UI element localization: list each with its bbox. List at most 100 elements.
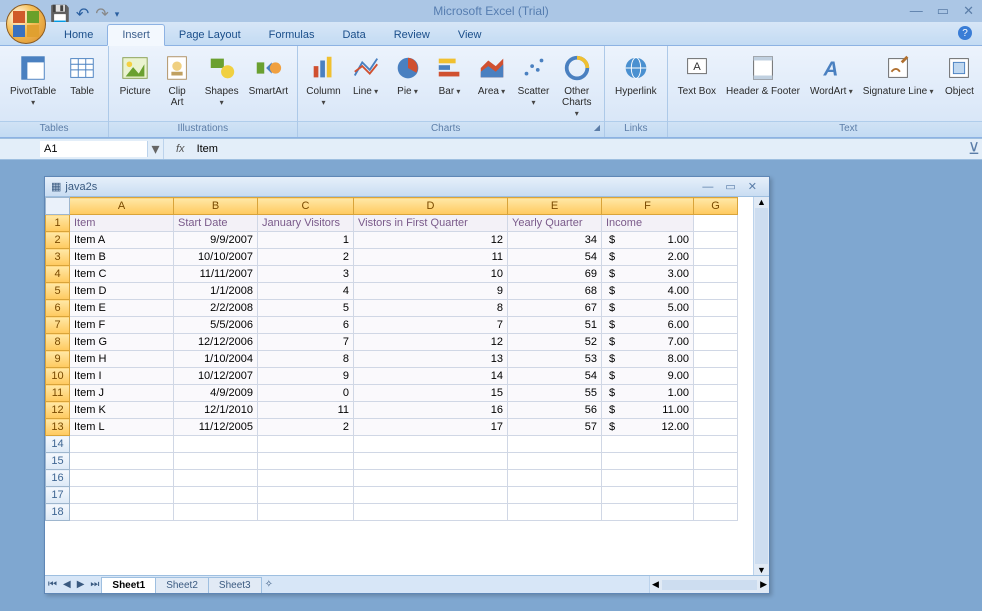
tab-nav-next-icon[interactable]: ▶ <box>74 579 88 590</box>
headerfooter-button[interactable]: Header & Footer <box>722 50 804 99</box>
pivottable-button[interactable]: PivotTable <box>6 50 60 110</box>
cell-D2[interactable]: 12 <box>354 232 508 249</box>
row-header-10[interactable]: 10 <box>46 368 70 385</box>
cell-A9[interactable]: Item H <box>70 351 174 368</box>
cell-C10[interactable]: 9 <box>258 368 354 385</box>
cell-B18[interactable] <box>174 504 258 521</box>
cell-A5[interactable]: Item D <box>70 283 174 300</box>
cell-F2[interactable]: $1.00 <box>602 232 694 249</box>
cell-B17[interactable] <box>174 487 258 504</box>
col-header-A[interactable]: A <box>70 198 174 215</box>
cell-B13[interactable]: 11/12/2005 <box>174 419 258 436</box>
smartart-button[interactable]: SmartArt <box>246 50 290 99</box>
row-header-18[interactable]: 18 <box>46 504 70 521</box>
hyperlink-button[interactable]: Hyperlink <box>611 50 661 99</box>
tab-review[interactable]: Review <box>380 25 444 45</box>
wb-maximize-icon[interactable]: ▭ <box>719 180 741 193</box>
tab-home[interactable]: Home <box>50 25 107 45</box>
cell-E9[interactable]: 53 <box>508 351 602 368</box>
cell-A3[interactable]: Item B <box>70 249 174 266</box>
shapes-button[interactable]: Shapes <box>199 50 244 110</box>
cell-A2[interactable]: Item A <box>70 232 174 249</box>
cell-E7[interactable]: 51 <box>508 317 602 334</box>
cell-C15[interactable] <box>258 453 354 470</box>
cell-E10[interactable]: 54 <box>508 368 602 385</box>
namebox-dropdown-icon[interactable]: ▾ <box>148 139 164 159</box>
other-charts-button[interactable]: Other Charts <box>556 50 598 121</box>
tab-pagelayout[interactable]: Page Layout <box>165 25 255 45</box>
cell-B10[interactable]: 10/12/2007 <box>174 368 258 385</box>
column-chart-button[interactable]: Column <box>304 50 344 110</box>
cell-A14[interactable] <box>70 436 174 453</box>
cell-B12[interactable]: 12/1/2010 <box>174 402 258 419</box>
cell-A6[interactable]: Item E <box>70 300 174 317</box>
cell-F15[interactable] <box>602 453 694 470</box>
cell-B7[interactable]: 5/5/2006 <box>174 317 258 334</box>
cell-G18[interactable] <box>694 504 738 521</box>
cell-D9[interactable]: 13 <box>354 351 508 368</box>
cell-F12[interactable]: $11.00 <box>602 402 694 419</box>
scatter-chart-button[interactable]: Scatter <box>514 50 554 110</box>
cell-D8[interactable]: 12 <box>354 334 508 351</box>
cell-A16[interactable] <box>70 470 174 487</box>
cell-C16[interactable] <box>258 470 354 487</box>
cell-D15[interactable] <box>354 453 508 470</box>
row-header-16[interactable]: 16 <box>46 470 70 487</box>
cell-D3[interactable]: 11 <box>354 249 508 266</box>
cell-B2[interactable]: 9/9/2007 <box>174 232 258 249</box>
bar-chart-button[interactable]: Bar <box>430 50 470 99</box>
cell-G13[interactable] <box>694 419 738 436</box>
select-all-corner[interactable] <box>46 198 70 215</box>
cell-G6[interactable] <box>694 300 738 317</box>
cell-F6[interactable]: $5.00 <box>602 300 694 317</box>
cell-E17[interactable] <box>508 487 602 504</box>
cell-E3[interactable]: 54 <box>508 249 602 266</box>
cell-C18[interactable] <box>258 504 354 521</box>
cell-G11[interactable] <box>694 385 738 402</box>
cell-B14[interactable] <box>174 436 258 453</box>
row-header-13[interactable]: 13 <box>46 419 70 436</box>
cell-F18[interactable] <box>602 504 694 521</box>
cell-A17[interactable] <box>70 487 174 504</box>
cell-G2[interactable] <box>694 232 738 249</box>
cell-B1[interactable]: Start Date <box>174 215 258 232</box>
clipart-button[interactable]: Clip Art <box>157 50 197 110</box>
cell-D13[interactable]: 17 <box>354 419 508 436</box>
row-header-14[interactable]: 14 <box>46 436 70 453</box>
cell-F7[interactable]: $6.00 <box>602 317 694 334</box>
cell-G9[interactable] <box>694 351 738 368</box>
cell-B11[interactable]: 4/9/2009 <box>174 385 258 402</box>
sheet-tab-1[interactable]: Sheet1 <box>101 577 156 593</box>
cell-F8[interactable]: $7.00 <box>602 334 694 351</box>
cell-F9[interactable]: $8.00 <box>602 351 694 368</box>
cell-D5[interactable]: 9 <box>354 283 508 300</box>
cell-B6[interactable]: 2/2/2008 <box>174 300 258 317</box>
row-header-17[interactable]: 17 <box>46 487 70 504</box>
picture-button[interactable]: Picture <box>115 50 155 99</box>
cell-C11[interactable]: 0 <box>258 385 354 402</box>
cell-G5[interactable] <box>694 283 738 300</box>
row-header-2[interactable]: 2 <box>46 232 70 249</box>
cell-D1[interactable]: Vistors in First Quarter <box>354 215 508 232</box>
cell-E6[interactable]: 67 <box>508 300 602 317</box>
cell-D10[interactable]: 14 <box>354 368 508 385</box>
cell-C1[interactable]: January Visitors <box>258 215 354 232</box>
fx-icon[interactable]: fx <box>168 143 193 155</box>
tab-view[interactable]: View <box>444 25 496 45</box>
cell-D7[interactable]: 7 <box>354 317 508 334</box>
cell-F4[interactable]: $3.00 <box>602 266 694 283</box>
new-sheet-icon[interactable]: ✧ <box>262 579 276 590</box>
cell-E18[interactable] <box>508 504 602 521</box>
cell-C14[interactable] <box>258 436 354 453</box>
cell-C6[interactable]: 5 <box>258 300 354 317</box>
cell-C13[interactable]: 2 <box>258 419 354 436</box>
cell-A13[interactable]: Item L <box>70 419 174 436</box>
row-header-11[interactable]: 11 <box>46 385 70 402</box>
cell-C3[interactable]: 2 <box>258 249 354 266</box>
cell-B5[interactable]: 1/1/2008 <box>174 283 258 300</box>
cell-F13[interactable]: $12.00 <box>602 419 694 436</box>
cell-F5[interactable]: $4.00 <box>602 283 694 300</box>
cell-E4[interactable]: 69 <box>508 266 602 283</box>
tab-nav-prev-icon[interactable]: ◀ <box>60 579 74 590</box>
cell-F11[interactable]: $1.00 <box>602 385 694 402</box>
